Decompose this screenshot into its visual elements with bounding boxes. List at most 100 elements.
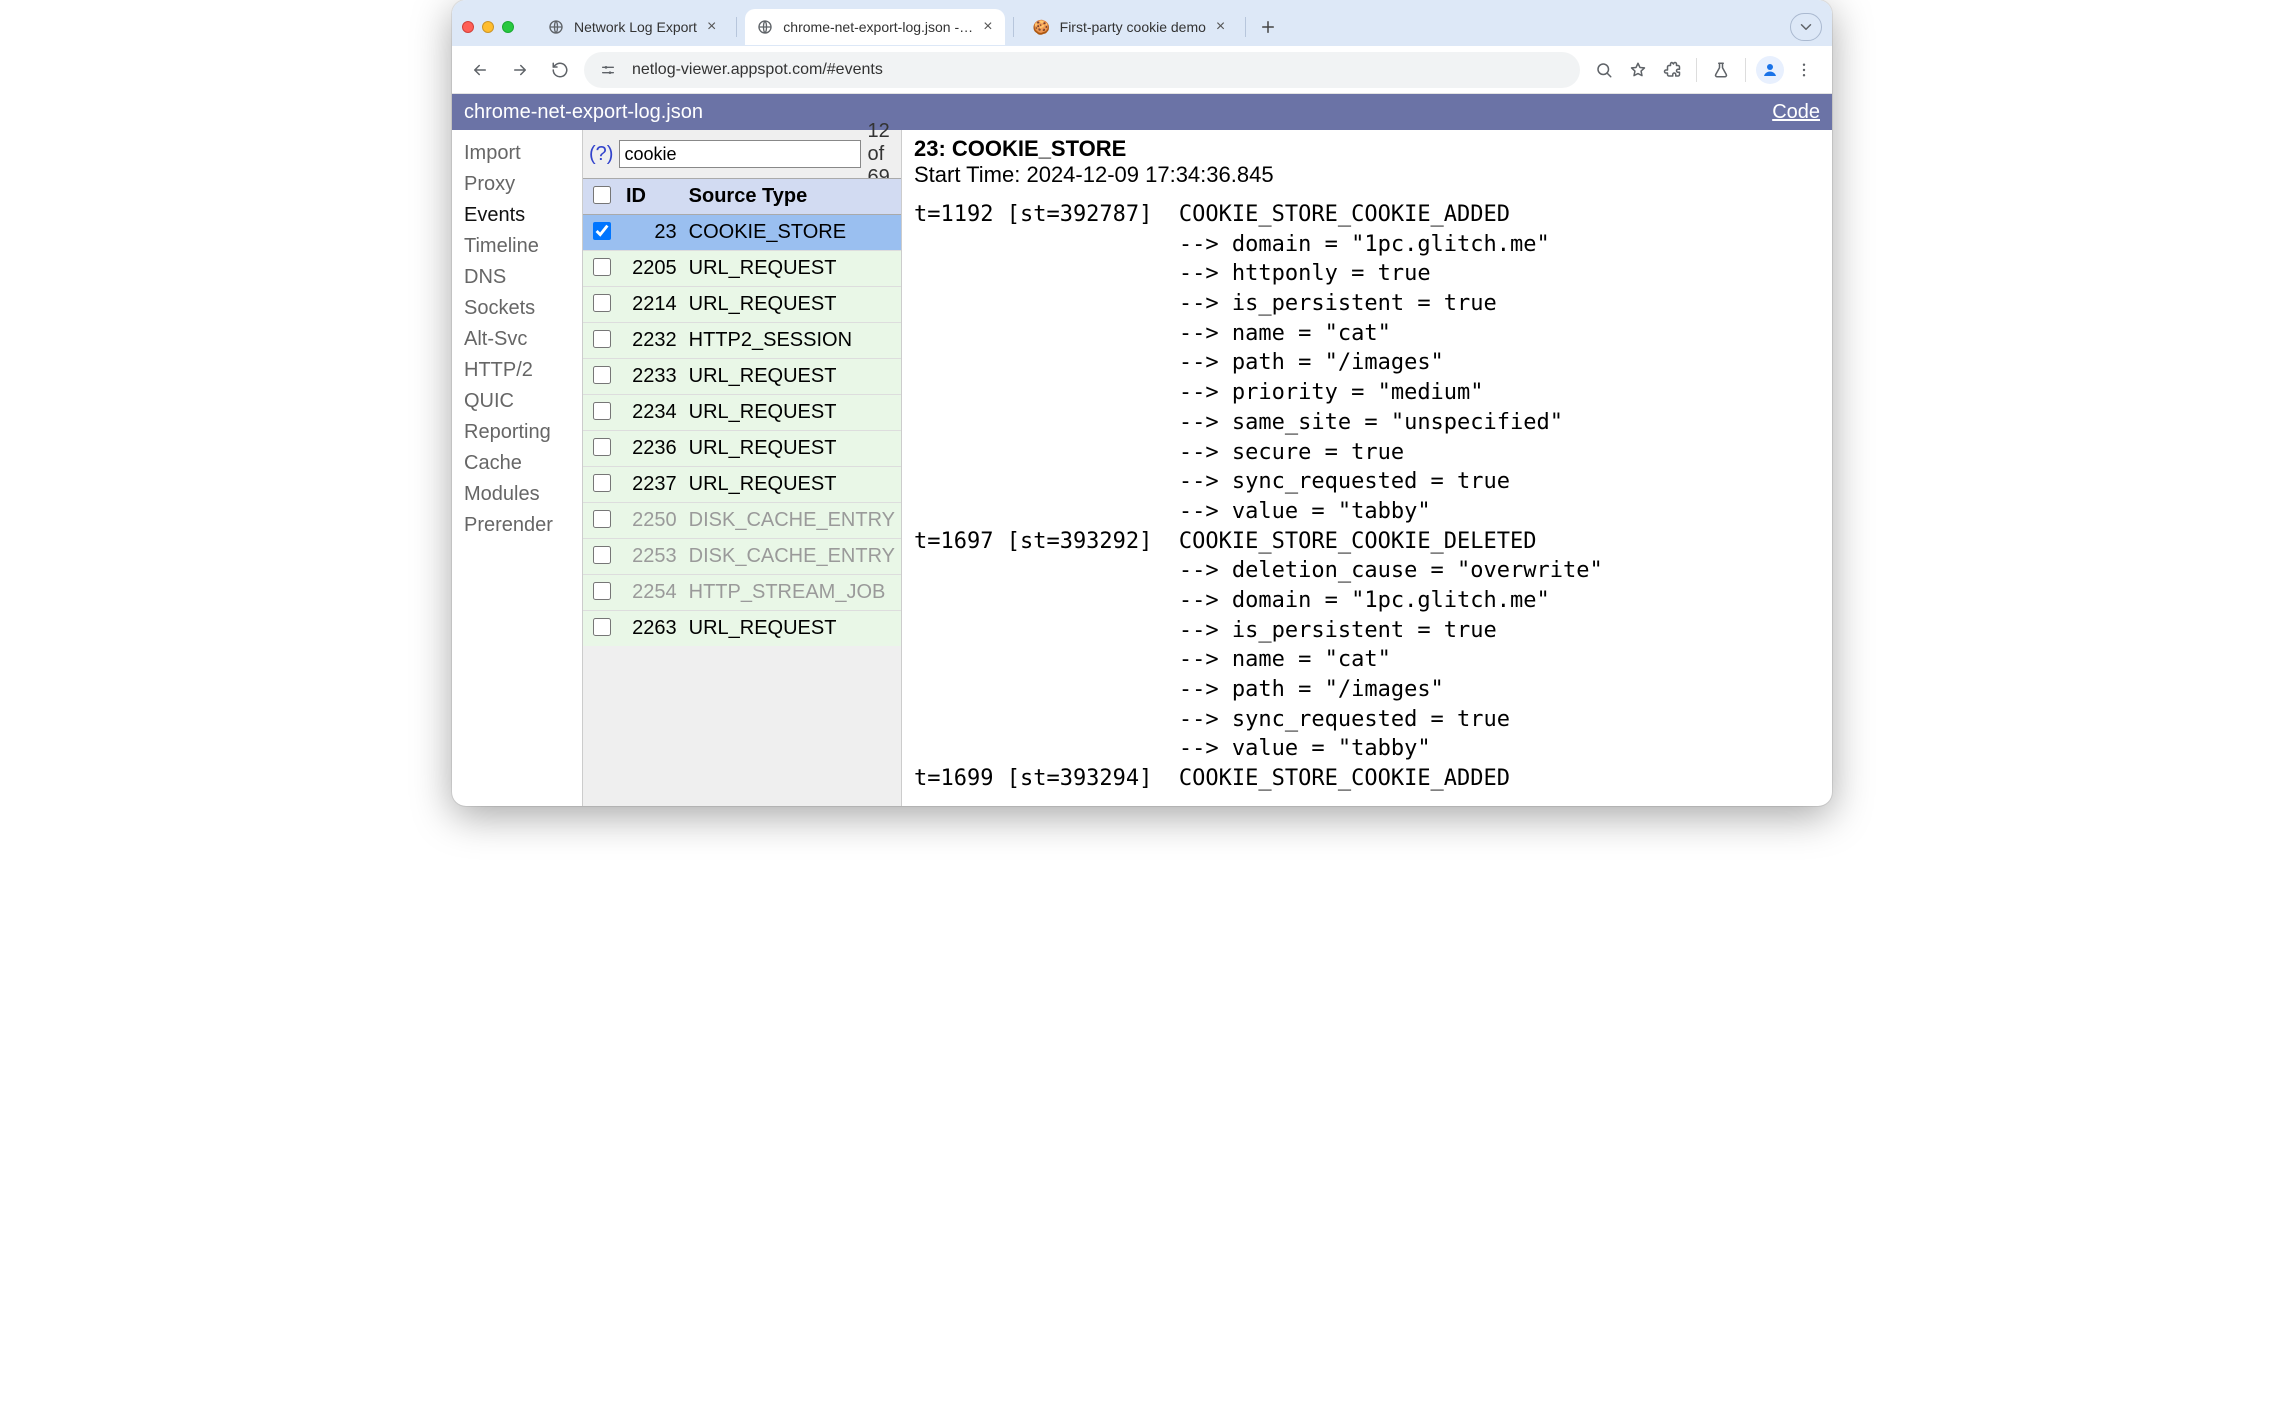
event-row-checkbox[interactable] xyxy=(593,258,611,276)
event-row[interactable]: 2234URL_REQUEST xyxy=(583,395,901,431)
close-window-button[interactable] xyxy=(462,21,474,33)
detail-heading: 23: COOKIE_STORE xyxy=(914,136,1820,162)
event-row[interactable]: 23COOKIE_STORE xyxy=(583,215,901,251)
labs-button[interactable] xyxy=(1705,54,1737,86)
event-row-checkbox-cell xyxy=(583,539,620,575)
flask-icon xyxy=(1712,61,1730,79)
arrow-right-icon xyxy=(511,61,529,79)
url-input[interactable] xyxy=(630,60,1568,80)
tab-close-button[interactable]: × xyxy=(983,19,992,35)
forward-button[interactable] xyxy=(504,54,536,86)
tab-title: First-party cookie demo xyxy=(1060,19,1206,35)
event-row-checkbox[interactable] xyxy=(593,582,611,600)
event-row-checkbox[interactable] xyxy=(593,618,611,636)
sidebar-item-alt-svc[interactable]: Alt-Svc xyxy=(456,324,578,355)
event-row-checkbox[interactable] xyxy=(593,438,611,456)
reload-button[interactable] xyxy=(544,54,576,86)
sidebar-item-import[interactable]: Import xyxy=(456,138,578,169)
back-button[interactable] xyxy=(464,54,496,86)
event-row-checkbox[interactable] xyxy=(593,294,611,312)
event-source-type: URL_REQUEST xyxy=(683,359,901,395)
event-row-checkbox[interactable] xyxy=(593,330,611,348)
event-row-checkbox[interactable] xyxy=(593,546,611,564)
tab[interactable]: chrome-net-export-log.json - … × xyxy=(745,9,1004,45)
event-row[interactable]: 2236URL_REQUEST xyxy=(583,431,901,467)
tab-overflow-button[interactable] xyxy=(1790,13,1822,41)
select-all-checkbox[interactable] xyxy=(593,186,611,204)
event-row-checkbox[interactable] xyxy=(593,366,611,384)
event-row[interactable]: 2263URL_REQUEST xyxy=(583,611,901,647)
site-info-button[interactable] xyxy=(596,58,620,82)
sidebar-item-events[interactable]: Events xyxy=(456,200,578,231)
sidebar-item-timeline[interactable]: Timeline xyxy=(456,231,578,262)
extensions-button[interactable] xyxy=(1656,54,1688,86)
app-header-title: chrome-net-export-log.json xyxy=(464,101,703,124)
sidebar-item-prerender[interactable]: Prerender xyxy=(456,510,578,541)
sidebar-item-proxy[interactable]: Proxy xyxy=(456,169,578,200)
event-id: 2214 xyxy=(620,287,683,323)
kebab-icon xyxy=(1795,61,1813,79)
event-id: 2253 xyxy=(620,539,683,575)
tab-close-button[interactable]: × xyxy=(1216,19,1225,35)
event-row-checkbox[interactable] xyxy=(593,474,611,492)
event-row[interactable]: 2237URL_REQUEST xyxy=(583,467,901,503)
event-row[interactable]: 2205URL_REQUEST xyxy=(583,251,901,287)
tab[interactable]: Network Log Export× xyxy=(536,9,728,45)
menu-button[interactable] xyxy=(1788,54,1820,86)
event-source-type: URL_REQUEST xyxy=(683,395,901,431)
tab-close-button[interactable]: × xyxy=(707,19,716,35)
profile-button[interactable] xyxy=(1754,54,1786,86)
new-tab-button[interactable] xyxy=(1254,13,1282,41)
app-header-code-link[interactable]: Code xyxy=(1772,101,1820,124)
reload-icon xyxy=(551,61,569,79)
events-panel: (?) 12 of 69 ID Source Type xyxy=(582,130,902,806)
column-id[interactable]: ID xyxy=(620,179,683,215)
bookmark-button[interactable] xyxy=(1622,54,1654,86)
event-row[interactable]: 2253DISK_CACHE_ENTRY xyxy=(583,539,901,575)
event-row-checkbox[interactable] xyxy=(593,402,611,420)
chevron-down-icon xyxy=(1797,18,1815,36)
event-source-type: COOKIE_STORE xyxy=(683,215,901,251)
event-source-type: DISK_CACHE_ENTRY xyxy=(683,539,901,575)
globe-icon xyxy=(548,19,564,35)
sidebar-item-modules[interactable]: Modules xyxy=(456,479,578,510)
browser-window: Network Log Export× chrome-net-export-log… xyxy=(452,0,1832,806)
maximize-window-button[interactable] xyxy=(502,21,514,33)
minimize-window-button[interactable] xyxy=(482,21,494,33)
sidebar-item-dns[interactable]: DNS xyxy=(456,262,578,293)
event-id: 23 xyxy=(620,215,683,251)
event-id: 2233 xyxy=(620,359,683,395)
event-row[interactable]: 2232HTTP2_SESSION xyxy=(583,323,901,359)
sidebar-item-reporting[interactable]: Reporting xyxy=(456,417,578,448)
event-row[interactable]: 2250DISK_CACHE_ENTRY xyxy=(583,503,901,539)
event-row-checkbox-cell xyxy=(583,323,620,359)
sidebar-item-http-2[interactable]: HTTP/2 xyxy=(456,355,578,386)
event-row-checkbox[interactable] xyxy=(593,510,611,528)
tab-title: chrome-net-export-log.json - … xyxy=(783,19,973,35)
event-row-checkbox-cell xyxy=(583,467,620,503)
event-row-checkbox-cell xyxy=(583,395,620,431)
zoom-button[interactable] xyxy=(1588,54,1620,86)
toolbar-separator xyxy=(1745,58,1746,82)
filter-input[interactable] xyxy=(619,140,861,168)
event-row[interactable]: 2233URL_REQUEST xyxy=(583,359,901,395)
tab-separator xyxy=(1013,17,1014,37)
event-row-checkbox-cell xyxy=(583,251,620,287)
sidebar-item-sockets[interactable]: Sockets xyxy=(456,293,578,324)
filter-help-link[interactable]: (?) xyxy=(589,143,613,166)
app-content: ImportProxyEventsTimelineDNSSocketsAlt-S… xyxy=(452,130,1832,806)
event-row-checkbox[interactable] xyxy=(593,222,611,240)
events-filter-bar: (?) 12 of 69 xyxy=(583,130,901,178)
event-id: 2236 xyxy=(620,431,683,467)
event-row[interactable]: 2214URL_REQUEST xyxy=(583,287,901,323)
sidebar-item-quic[interactable]: QUIC xyxy=(456,386,578,417)
event-row[interactable]: 2254HTTP_STREAM_JOB xyxy=(583,575,901,611)
event-row-checkbox-cell xyxy=(583,431,620,467)
event-source-type: URL_REQUEST xyxy=(683,287,901,323)
sidebar-item-cache[interactable]: Cache xyxy=(456,448,578,479)
tab[interactable]: 🍪First-party cookie demo× xyxy=(1022,9,1238,45)
tune-icon xyxy=(600,62,616,78)
address-bar[interactable] xyxy=(584,52,1580,88)
tab-separator xyxy=(736,17,737,37)
column-source-type[interactable]: Source Type xyxy=(683,179,901,215)
